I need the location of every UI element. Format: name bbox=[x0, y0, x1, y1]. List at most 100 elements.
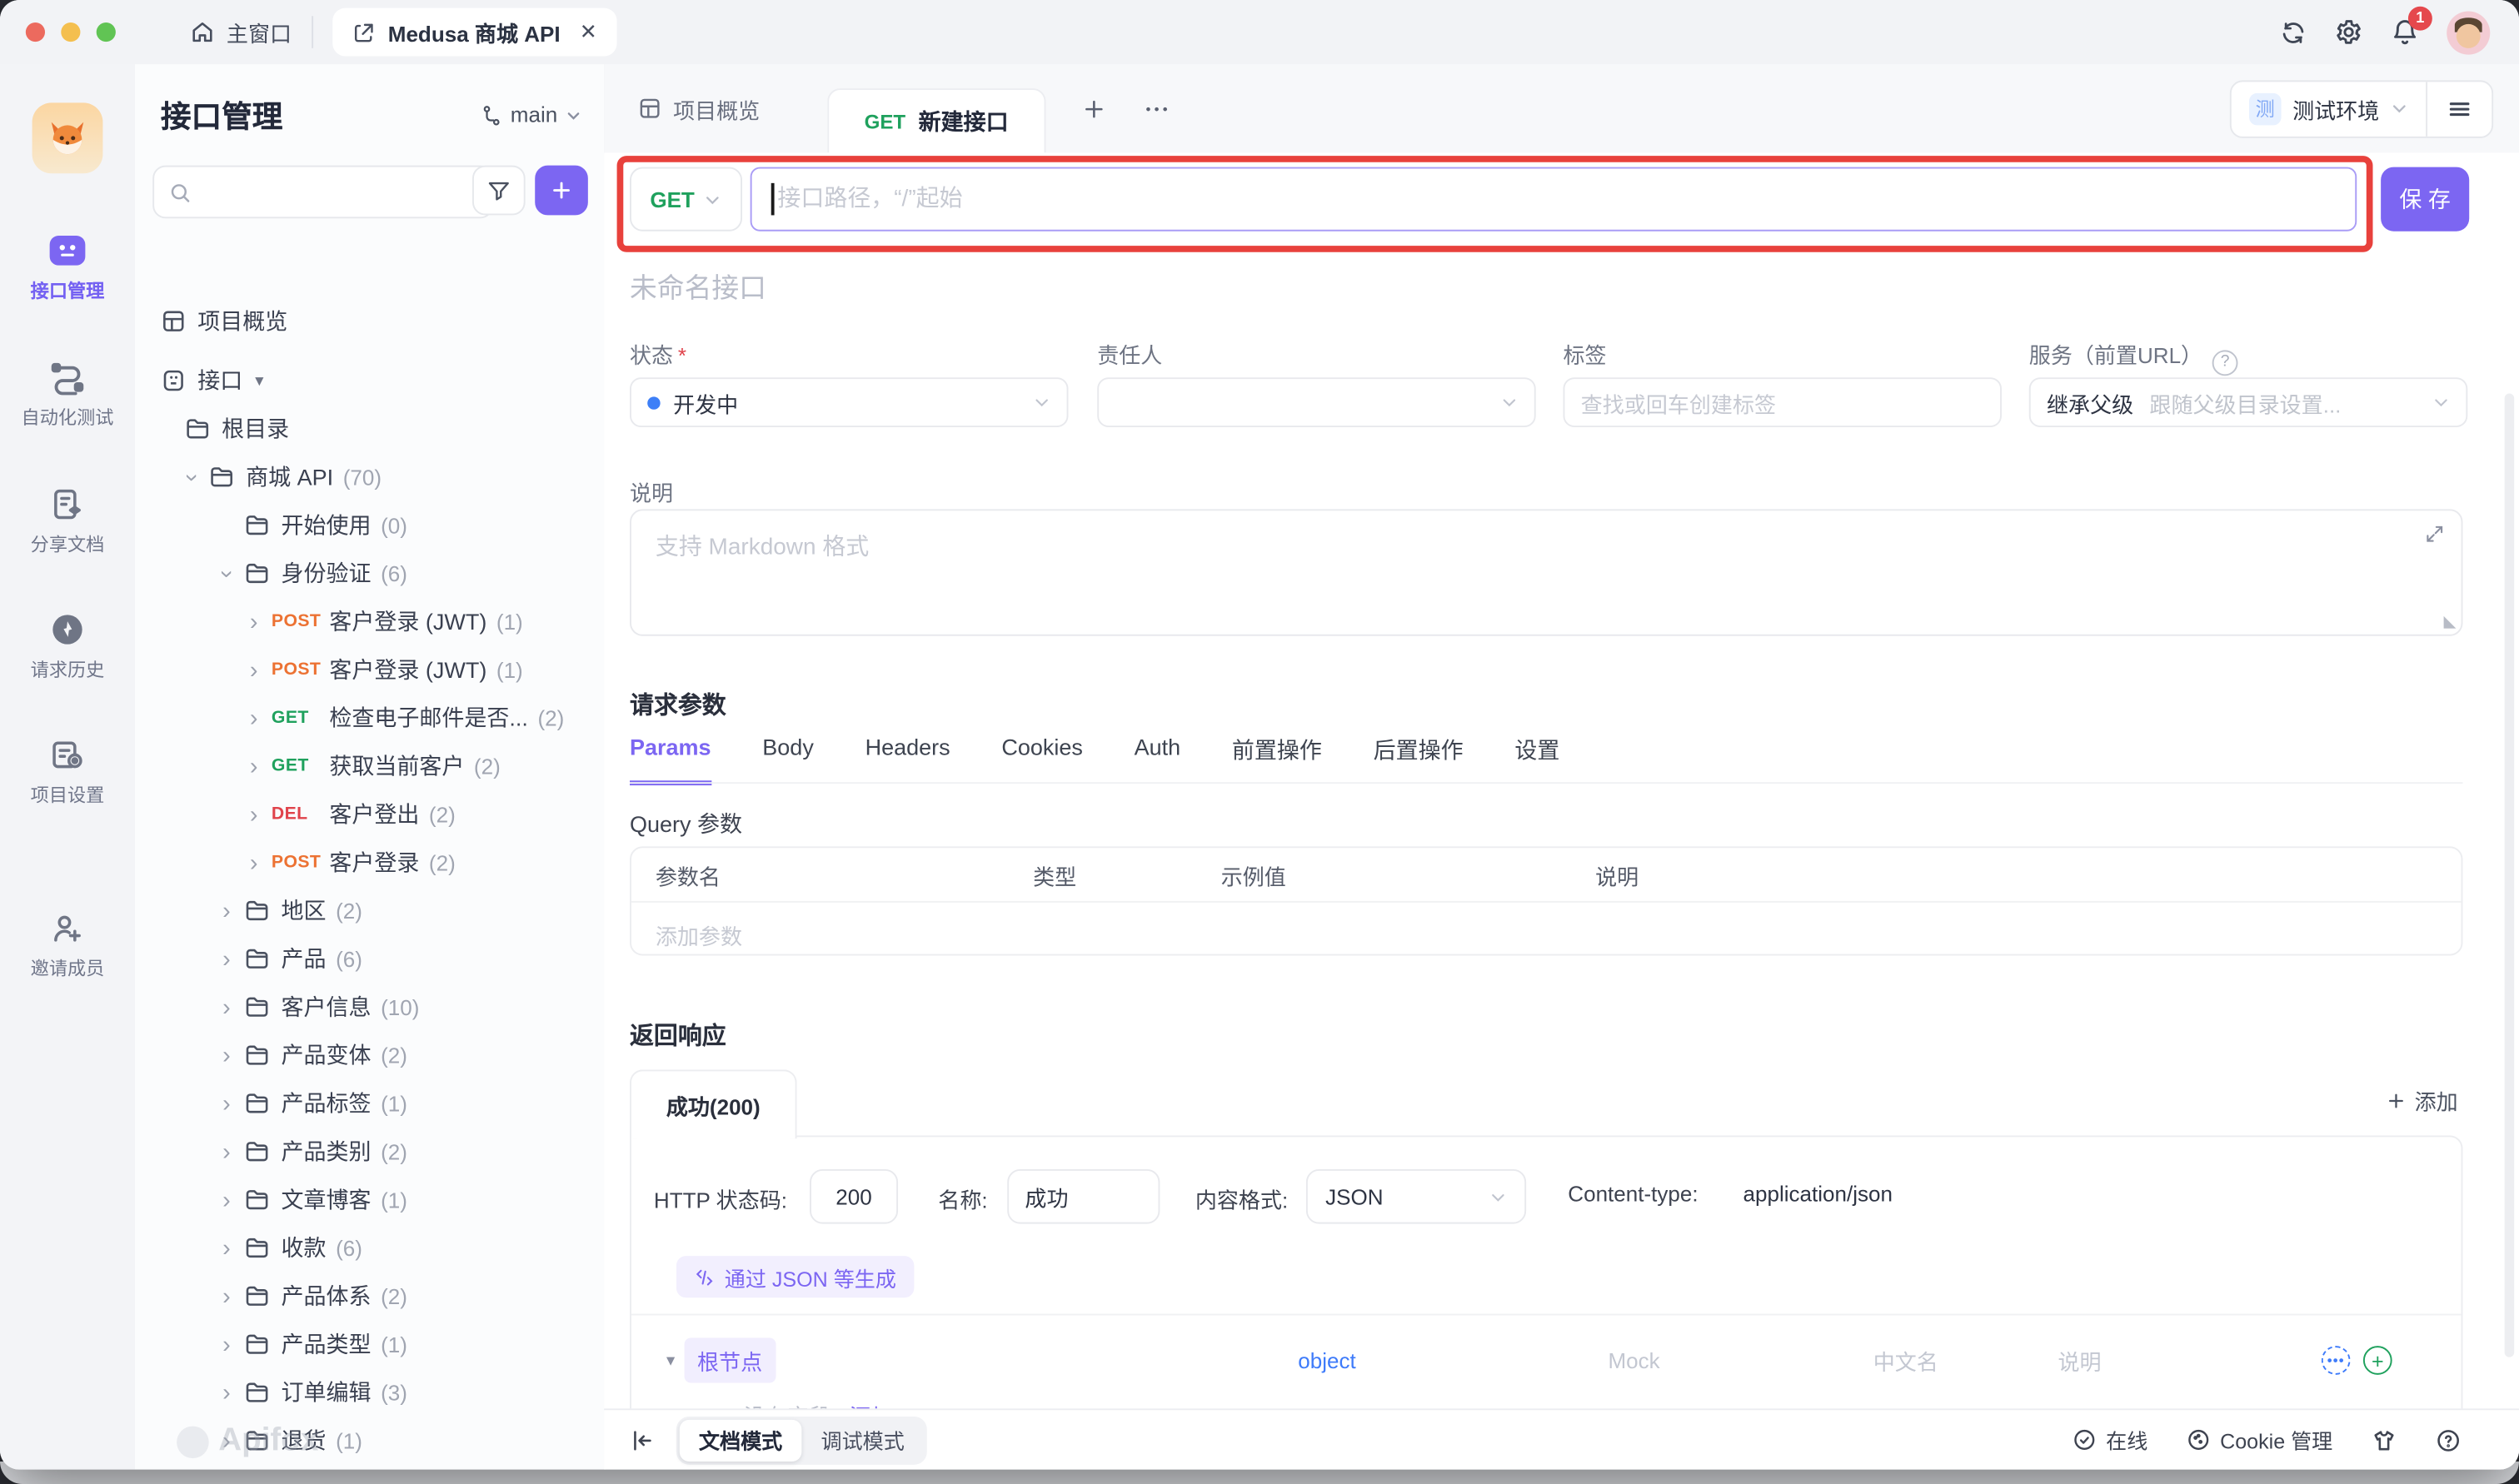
tab-post-actions[interactable]: 后置操作 bbox=[1374, 734, 1464, 785]
chevron-icon[interactable] bbox=[215, 1090, 237, 1118]
rail-item-project-settings[interactable]: 项目设置 bbox=[0, 735, 135, 808]
add-tab-icon[interactable] bbox=[1080, 96, 1106, 122]
tab-new-endpoint[interactable]: GET 新建接口 bbox=[827, 87, 1045, 153]
chevron-icon[interactable] bbox=[215, 945, 237, 973]
help-circle-icon[interactable] bbox=[2436, 1427, 2462, 1453]
chevron-icon[interactable] bbox=[215, 560, 237, 587]
generate-from-json-button[interactable]: 通过 JSON 等生成 bbox=[676, 1256, 914, 1297]
settings-gear-icon[interactable] bbox=[2334, 17, 2363, 47]
endpoint-title[interactable]: 未命名接口 bbox=[630, 265, 766, 305]
tree-row[interactable]: GET 获取当前客户 (2) bbox=[135, 742, 604, 790]
add-response-button[interactable]: 添加 bbox=[2386, 1084, 2458, 1117]
notifications-bell-icon[interactable]: 1 bbox=[2391, 17, 2420, 47]
tree-row[interactable]: 产品类别 (2) bbox=[135, 1128, 604, 1176]
tree-row[interactable]: 根目录 bbox=[135, 405, 604, 453]
tree-row[interactable]: POST 客户登录 (JWT) (1) bbox=[135, 645, 604, 694]
expand-icon[interactable] bbox=[2424, 524, 2445, 545]
tab-settings[interactable]: 设置 bbox=[1514, 734, 1559, 785]
tab-cookies[interactable]: Cookies bbox=[1001, 734, 1083, 785]
tree-row[interactable]: 产品 (6) bbox=[135, 934, 604, 983]
chevron-icon[interactable] bbox=[215, 1042, 237, 1069]
close-tab-icon[interactable]: ✕ bbox=[580, 19, 597, 45]
chevron-icon[interactable] bbox=[215, 1186, 237, 1213]
response-name-input[interactable] bbox=[1007, 1169, 1160, 1224]
collapse-caret-icon[interactable]: ▼ bbox=[663, 1352, 677, 1368]
close-window-button[interactable] bbox=[26, 22, 45, 42]
root-node-type[interactable]: object bbox=[1298, 1348, 1355, 1372]
tree-row[interactable]: 开始使用 (0) bbox=[135, 501, 604, 550]
tab-params[interactable]: Params bbox=[630, 734, 711, 785]
tab-auth[interactable]: Auth bbox=[1135, 734, 1181, 785]
tab-project-overview[interactable]: 项目概览 bbox=[638, 92, 761, 125]
chevron-icon[interactable] bbox=[215, 1234, 237, 1262]
filter-button[interactable] bbox=[472, 166, 526, 216]
owner-select[interactable] bbox=[1097, 377, 1535, 427]
rail-item-share-docs[interactable]: 分享文档 bbox=[0, 485, 135, 557]
tree-row[interactable]: 产品类型 (1) bbox=[135, 1320, 604, 1368]
online-status[interactable]: 在线 bbox=[2073, 1425, 2148, 1456]
environment-selector[interactable]: 测 测试环境 bbox=[2232, 92, 2426, 125]
project-logo[interactable] bbox=[32, 102, 103, 173]
chevron-icon[interactable] bbox=[215, 1379, 237, 1407]
caret-down-icon[interactable]: ▼ bbox=[252, 372, 267, 388]
tree-row[interactable]: 地区 (2) bbox=[135, 887, 604, 935]
search-input[interactable] bbox=[152, 166, 493, 219]
add-api-button[interactable] bbox=[535, 166, 588, 216]
tree-row[interactable]: GET 检查电子邮件是否... (2) bbox=[135, 694, 604, 742]
path-input[interactable] bbox=[751, 167, 2357, 232]
tree-row[interactable]: 身份验证 (6) bbox=[135, 550, 604, 598]
root-node-name[interactable]: 根节点 bbox=[685, 1337, 776, 1382]
response-tab-success[interactable]: 成功(200) bbox=[630, 1069, 797, 1138]
service-select[interactable]: 继承父级 跟随父级目录设置... bbox=[2029, 377, 2467, 427]
sidebar-item-api-group[interactable]: 接口 ▼ bbox=[135, 356, 604, 405]
tree-row[interactable]: 产品体系 (2) bbox=[135, 1272, 604, 1320]
rail-item-request-history[interactable]: 请求历史 bbox=[0, 610, 135, 683]
chevron-icon[interactable] bbox=[242, 800, 265, 828]
desc-placeholder[interactable]: 说明 bbox=[2058, 1344, 2101, 1377]
http-status-input[interactable] bbox=[810, 1169, 898, 1224]
tab-headers[interactable]: Headers bbox=[865, 734, 950, 785]
cookie-manager[interactable]: Cookie 管理 bbox=[2187, 1425, 2333, 1456]
tree-row[interactable]: POST 客户登录 (JWT) (1) bbox=[135, 597, 604, 645]
chevron-icon[interactable] bbox=[215, 897, 237, 924]
chevron-icon[interactable] bbox=[242, 705, 265, 732]
chevron-icon[interactable] bbox=[215, 1282, 237, 1310]
main-window-tab[interactable]: 主窗口 bbox=[190, 16, 292, 48]
debug-mode-button[interactable]: 调试模式 bbox=[801, 1419, 924, 1461]
add-field-icon[interactable]: + bbox=[2363, 1346, 2392, 1375]
tree-row[interactable]: 订单编辑 (3) bbox=[135, 1368, 604, 1417]
more-tabs-icon[interactable] bbox=[1142, 94, 1171, 123]
tree-row[interactable]: 退货原因 (2) bbox=[135, 1465, 604, 1470]
chevron-icon[interactable] bbox=[215, 993, 237, 1021]
status-select[interactable]: 开发中 bbox=[630, 377, 1068, 427]
environment-menu-icon[interactable] bbox=[2427, 96, 2492, 122]
method-selector[interactable]: GET bbox=[630, 167, 742, 232]
chevron-icon[interactable] bbox=[242, 656, 265, 684]
add-param-row[interactable]: 添加参数 bbox=[656, 919, 742, 951]
doc-mode-button[interactable]: 文档模式 bbox=[680, 1419, 802, 1461]
rail-item-invite-members[interactable]: 邀请成员 bbox=[0, 909, 135, 982]
chevron-icon[interactable] bbox=[215, 1427, 237, 1455]
chevron-icon[interactable] bbox=[242, 753, 265, 780]
rail-item-api-management[interactable]: 接口管理 bbox=[0, 232, 135, 304]
tree-row[interactable]: 文章博客 (1) bbox=[135, 1176, 604, 1224]
more-options-icon[interactable]: ••• bbox=[2322, 1346, 2351, 1375]
tab-body[interactable]: Body bbox=[762, 734, 814, 785]
refresh-icon[interactable] bbox=[2280, 18, 2307, 46]
tree-row[interactable]: 收款 (6) bbox=[135, 1224, 604, 1272]
save-button[interactable]: 保 存 bbox=[2381, 167, 2469, 232]
chevron-icon[interactable] bbox=[215, 1331, 237, 1358]
format-select[interactable]: JSON bbox=[1306, 1169, 1526, 1224]
tree-row[interactable]: 商城 API (70) bbox=[135, 453, 604, 501]
description-textarea[interactable]: 支持 Markdown 格式 ◢ bbox=[630, 509, 2462, 635]
tree-row[interactable]: 客户信息 (10) bbox=[135, 983, 604, 1031]
tree-row[interactable]: DEL 客户登出 (2) bbox=[135, 790, 604, 839]
tab-pre-actions[interactable]: 前置操作 bbox=[1232, 734, 1322, 785]
user-avatar[interactable] bbox=[2447, 11, 2490, 54]
minimize-window-button[interactable] bbox=[61, 22, 80, 42]
chevron-icon[interactable] bbox=[242, 608, 265, 635]
tree-row[interactable]: 产品标签 (1) bbox=[135, 1079, 604, 1128]
cn-name-placeholder[interactable]: 中文名 bbox=[1873, 1344, 1938, 1377]
tree-row[interactable]: 产品变体 (2) bbox=[135, 1031, 604, 1079]
sidebar-item-project-overview[interactable]: 项目概览 bbox=[135, 297, 604, 346]
